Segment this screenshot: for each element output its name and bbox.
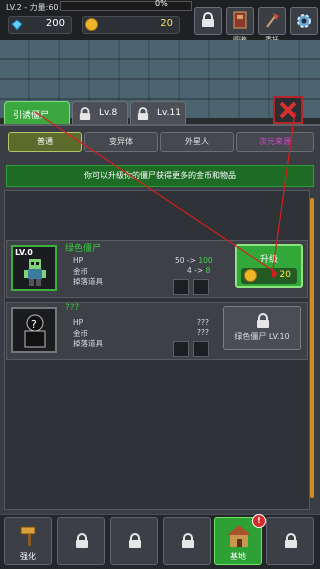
xp-progress-bar (60, 1, 192, 11)
lock-icon (129, 533, 141, 548)
gear-icon (297, 14, 311, 28)
level-power-text: LV.2 - 力量:60 (6, 3, 59, 12)
upgrade-price-value: 20 (279, 270, 291, 280)
tab-label: 引诱僵尸 (13, 111, 50, 121)
nav-locked[interactable] (110, 517, 158, 565)
drop-item-icon[interactable] (173, 279, 189, 295)
gem-icon (11, 19, 23, 31)
upgrade-button[interactable]: 升级 20 (235, 244, 303, 288)
drop-label: 掉落道具 (73, 339, 103, 348)
coin-counter: 20 (82, 16, 180, 34)
tab-label: Lv.8 (99, 108, 118, 118)
upgrade-label: 升级 (259, 255, 278, 265)
gem-counter: 200 (8, 16, 72, 34)
alert-badge: ! (252, 514, 266, 528)
nav-locked[interactable] (266, 517, 314, 565)
drop-item-icon[interactable] (173, 341, 189, 357)
xp-percent-label: 0% (155, 0, 168, 8)
coin-icon (85, 18, 98, 31)
nav-label: 基地 (230, 552, 246, 561)
filter-dimension[interactable]: 次元来源 (236, 132, 314, 152)
unknown-silhouette-icon: ? (24, 314, 46, 348)
book-icon (233, 11, 247, 29)
close-button[interactable] (273, 96, 303, 124)
nav-locked[interactable] (57, 517, 105, 565)
drop-label: 掉落道具 (73, 277, 103, 286)
lock-icon (79, 107, 91, 120)
coin-value: ??? (197, 328, 209, 337)
locked-unlock-button[interactable]: 绿色僵尸 LV.10 (223, 306, 301, 350)
hp-value: 50 -> 100 (175, 256, 213, 265)
info-banner: 你可以升级你的僵尸获得更多的金币和物品 (6, 165, 314, 187)
drop-item-icon[interactable] (193, 341, 209, 357)
lock-icon (285, 533, 297, 548)
lock-icon (257, 313, 269, 328)
locked-zombie-portrait: ? (11, 307, 57, 353)
coin-count: 20 (160, 18, 173, 29)
unlock-requirement: 绿色僵尸 LV.10 (234, 332, 290, 341)
green-zombie-icon (24, 259, 46, 286)
codex-button[interactable]: 图鉴 (226, 7, 254, 44)
lock-icon (182, 533, 194, 548)
lock-icon (202, 12, 214, 27)
close-icon (279, 101, 297, 119)
filter-alien[interactable]: 外星人 (160, 132, 234, 152)
drop-item-icon[interactable] (193, 279, 209, 295)
settings-button[interactable] (290, 7, 318, 35)
zombie-portrait: LV.0 (11, 245, 57, 291)
tab-label: Lv.11 (157, 108, 181, 118)
lock-icon (137, 107, 149, 120)
hp-label: HP (73, 318, 84, 327)
zombie-name: 绿色僵尸 (65, 244, 102, 254)
house-icon (227, 525, 251, 547)
hammer-icon (20, 526, 36, 546)
zombie-level: LV.0 (15, 248, 33, 257)
lock-icon (76, 533, 88, 548)
filter-mutant[interactable]: 变异体 (84, 132, 158, 152)
commission-button[interactable]: 委托 (258, 7, 286, 44)
gem-count: 200 (45, 18, 65, 29)
coin-icon (244, 269, 257, 282)
nav-locked[interactable] (163, 517, 211, 565)
coin-value: 4 -> 8 (187, 266, 211, 275)
upgrade-price: 20 (241, 268, 297, 284)
svg-text:?: ? (31, 318, 37, 331)
filter-normal[interactable]: 普通 (8, 132, 82, 152)
hp-label: HP (73, 256, 84, 265)
list-item: ? ??? HP 金币 掉落道具 ??? ??? 绿色僵尸 LV.10 (6, 302, 308, 360)
hp-value: ??? (197, 318, 209, 327)
list-item: LV.0 绿色僵尸 HP 金币 掉落道具 50 -> 100 4 -> 8 升级… (6, 240, 308, 298)
axe-icon (266, 13, 279, 28)
top-lock-button[interactable] (194, 7, 222, 35)
nav-label: 强化 (20, 552, 36, 561)
scrollbar[interactable] (310, 198, 314, 498)
nav-enhance[interactable]: 强化 (4, 517, 52, 565)
zombie-name: ??? (65, 303, 80, 313)
